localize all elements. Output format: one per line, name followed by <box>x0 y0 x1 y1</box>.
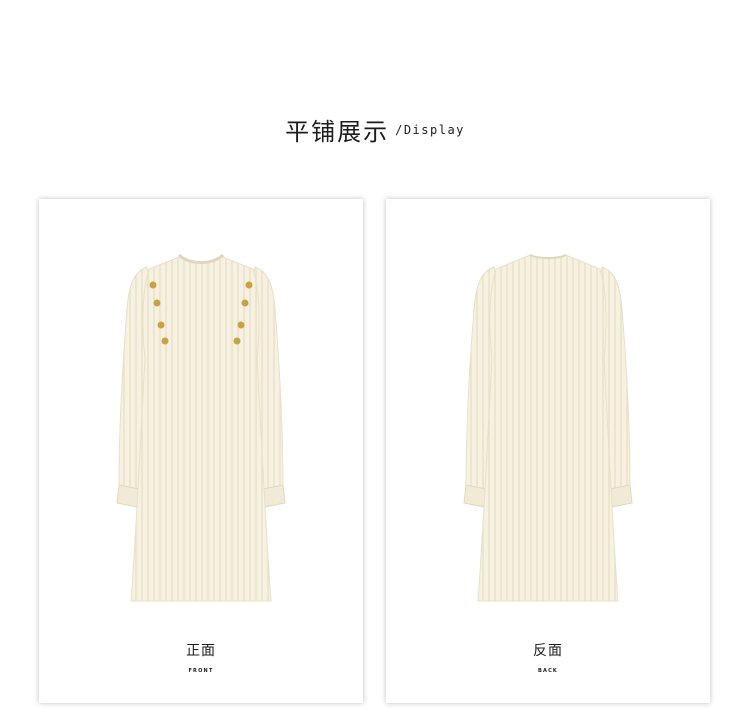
heading-title-zh: 平铺展示 <box>285 118 390 146</box>
back-label-zh: 反面 <box>533 643 563 659</box>
section-heading: 平铺展示/Display <box>0 112 750 147</box>
heading-title-en: /Display <box>395 122 465 137</box>
front-label-en: FRONT <box>188 668 214 674</box>
back-view-card: 反面 BACK <box>386 199 710 703</box>
dress-back-image <box>463 254 633 602</box>
dress-front-image <box>116 253 286 602</box>
front-label-zh: 正面 <box>186 643 216 659</box>
product-display-section: 平铺展示/Display 正面 FRONT 反面 BACK <box>0 0 750 708</box>
back-label-en: BACK <box>537 668 559 674</box>
front-view-card: 正面 FRONT <box>39 199 363 703</box>
